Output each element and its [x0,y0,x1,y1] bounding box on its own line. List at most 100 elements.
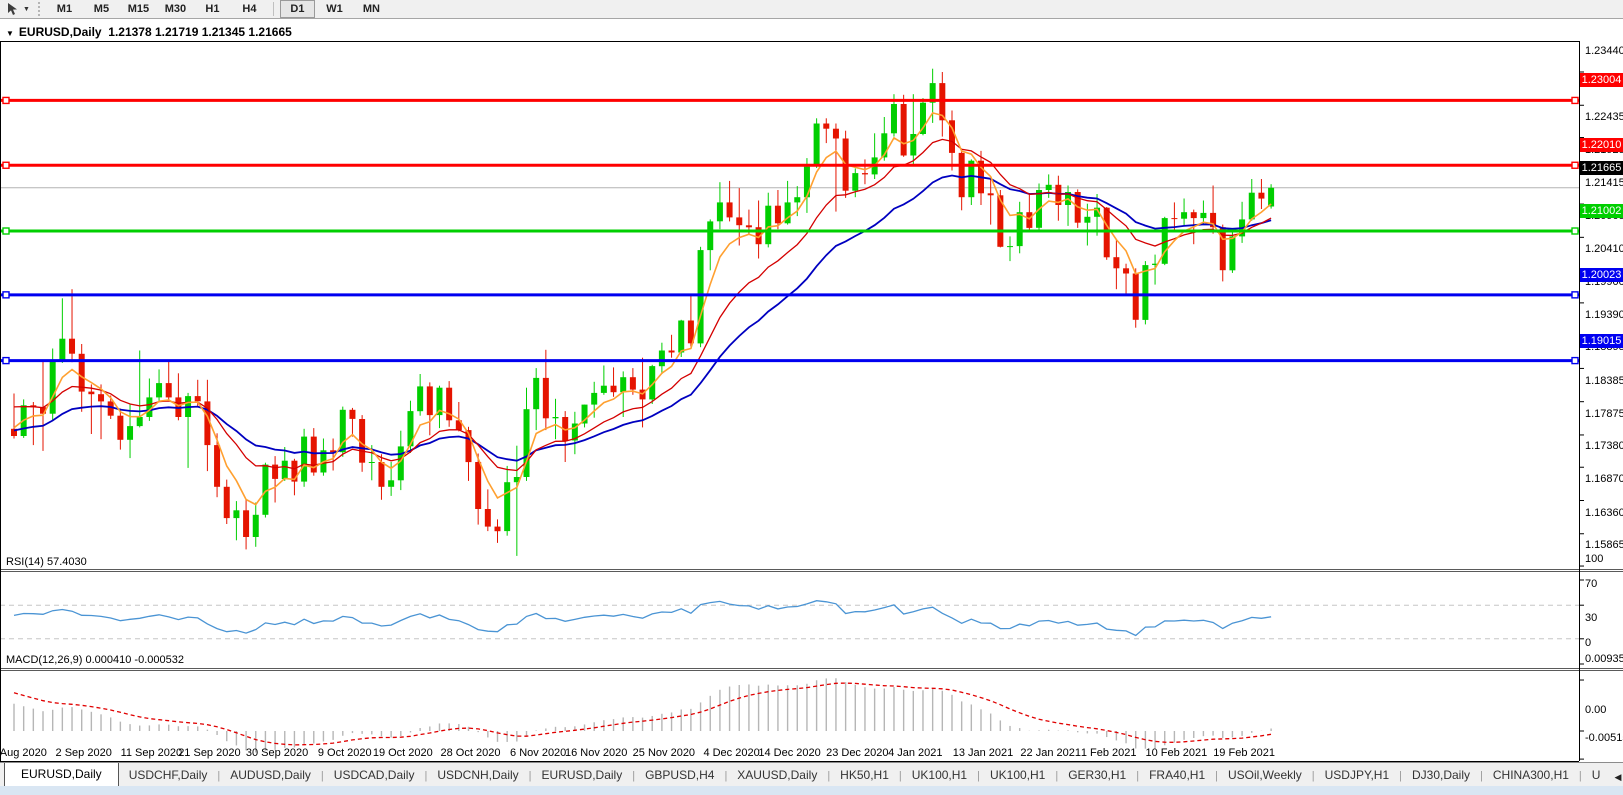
toolbar-separator [273,2,274,16]
timeframe-button-w1[interactable]: W1 [317,0,352,18]
candle-body [243,510,249,537]
line-drag-handle[interactable] [3,292,9,298]
macd-axis-label: 0.009354 [1585,653,1623,665]
window-bottom-strip [0,786,1623,795]
timeframe-button-m5[interactable]: M5 [84,0,119,18]
rsi-axis-label: 0 [1585,637,1623,649]
candle-body [388,480,394,487]
candle-body [611,386,617,393]
timeframe-button-mn[interactable]: MN [354,0,389,18]
candle-body [1123,268,1129,273]
candle-body [88,392,94,395]
line-drag-handle[interactable] [3,358,9,364]
toolbar-grip[interactable] [38,2,40,16]
chart-tab-hk50-h1[interactable]: HK50,H1 [830,764,899,787]
chart-tab-usdcnh-daily[interactable]: USDCNH,Daily [427,764,528,787]
candle-body [959,153,965,197]
cursor-tool-dropdown-caret[interactable]: ▼ [23,6,30,13]
rsi-indicator-label: RSI(14) 57.4030 [6,556,87,568]
price-axis-label: 1.16360 [1585,507,1623,519]
chart-canvas[interactable] [0,20,1623,762]
candle-body [1133,274,1139,320]
candle-body [214,445,220,487]
chart-tab-eurusd-daily[interactable]: EURUSD,Daily [4,762,119,787]
rsi-line [14,601,1271,636]
candle-body [891,104,897,133]
chart-tab-china300-h1[interactable]: CHINA300,H1 [1483,764,1579,787]
chart-tab-xauusd-daily[interactable]: XAUUSD,Daily [727,764,827,787]
candle-body [852,173,858,191]
candle-body [591,393,597,405]
candle-body [988,193,994,195]
chart-tab-gbpusd-h4[interactable]: GBPUSD,H4 [635,764,724,787]
price-level-badge: 1.23004 [1580,73,1623,87]
candle-body [59,339,65,360]
chart-menu-icon[interactable]: ▼ [6,29,14,38]
date-axis-label: 2 Sep 2020 [51,747,117,759]
price-level-badge: 1.21002 [1580,204,1623,218]
chart-tab-usdjpy-h1[interactable]: USDJPY,H1 [1315,764,1399,787]
chart-tab-fra40-h1[interactable]: FRA40,H1 [1139,764,1215,787]
candle-body [1142,265,1148,320]
candle-body [1249,193,1255,220]
line-drag-handle[interactable] [1572,358,1578,364]
candle-body [1026,212,1032,228]
candle-body [282,461,288,479]
chart-tab-uk100-h1[interactable]: UK100,H1 [980,764,1055,787]
price-level-badge: 1.22010 [1580,138,1623,152]
candle-body [195,396,201,401]
timeframe-button-h4[interactable]: H4 [232,0,267,18]
candle-body [156,383,162,397]
candle-body [427,386,433,415]
candle-body [146,397,152,417]
line-drag-handle[interactable] [1572,292,1578,298]
timeframe-button-m1[interactable]: M1 [47,0,82,18]
line-drag-handle[interactable] [1572,97,1578,103]
timeframe-button-d1[interactable]: D1 [280,0,315,18]
chart-tab-uk100-h1[interactable]: UK100,H1 [902,764,977,787]
chart-tab-usdchf-daily[interactable]: USDCHF,Daily [119,764,218,787]
candle-body [630,377,636,389]
date-axis-label: 1 Feb 2021 [1076,747,1142,759]
candle-body [1200,213,1206,218]
line-drag-handle[interactable] [3,162,9,168]
line-drag-handle[interactable] [1572,228,1578,234]
chart-ohlc-values: 1.21378 1.21719 1.21345 1.21665 [108,25,292,39]
line-drag-handle[interactable] [3,228,9,234]
candle-body [253,515,259,537]
date-axis-label: 4 Jan 2021 [882,747,948,759]
line-drag-handle[interactable] [1572,162,1578,168]
candle-body [378,462,384,487]
timeframe-button-h1[interactable]: H1 [195,0,230,18]
price-axis-label: 1.22435 [1585,111,1623,123]
chart-tab-usoil-weekly[interactable]: USOil,Weekly [1218,764,1312,787]
line-drag-handle[interactable] [3,97,9,103]
candle-body [794,197,800,202]
candle-body [495,527,501,532]
candle-body [775,206,781,224]
chart-tab-u[interactable]: U [1582,764,1611,787]
timeframe-button-m30[interactable]: M30 [158,0,193,18]
date-axis-label: 13 Jan 2021 [950,747,1016,759]
candle-body [50,360,56,414]
timeframe-button-m15[interactable]: M15 [121,0,156,18]
candle-body [1171,218,1177,219]
date-axis-label: 19 Oct 2020 [370,747,436,759]
chart-tab-usdcad-daily[interactable]: USDCAD,Daily [324,764,425,787]
chart-tab-audusd-daily[interactable]: AUDUSD,Daily [220,764,321,787]
cursor-crosshair-icon[interactable] [3,1,23,17]
date-axis-label: 4 Dec 2020 [699,747,765,759]
date-axis-label: 22 Jan 2021 [1018,747,1084,759]
candle-body [1191,212,1197,218]
candle-body [98,394,104,401]
candle-body [233,510,239,518]
candle-body [746,225,752,227]
candle-body [765,206,771,245]
chart-tab-eurusd-daily[interactable]: EURUSD,Daily [532,764,633,787]
date-axis-label: 30 Sep 2020 [244,747,310,759]
tab-scroll-left-icon[interactable]: ◀ [1614,772,1621,783]
candle-body [1113,257,1119,268]
chart-tab-ger30-h1[interactable]: GER30,H1 [1058,764,1136,787]
candle-body [717,202,723,221]
chart-tab-dj30-daily[interactable]: DJ30,Daily [1402,764,1480,787]
